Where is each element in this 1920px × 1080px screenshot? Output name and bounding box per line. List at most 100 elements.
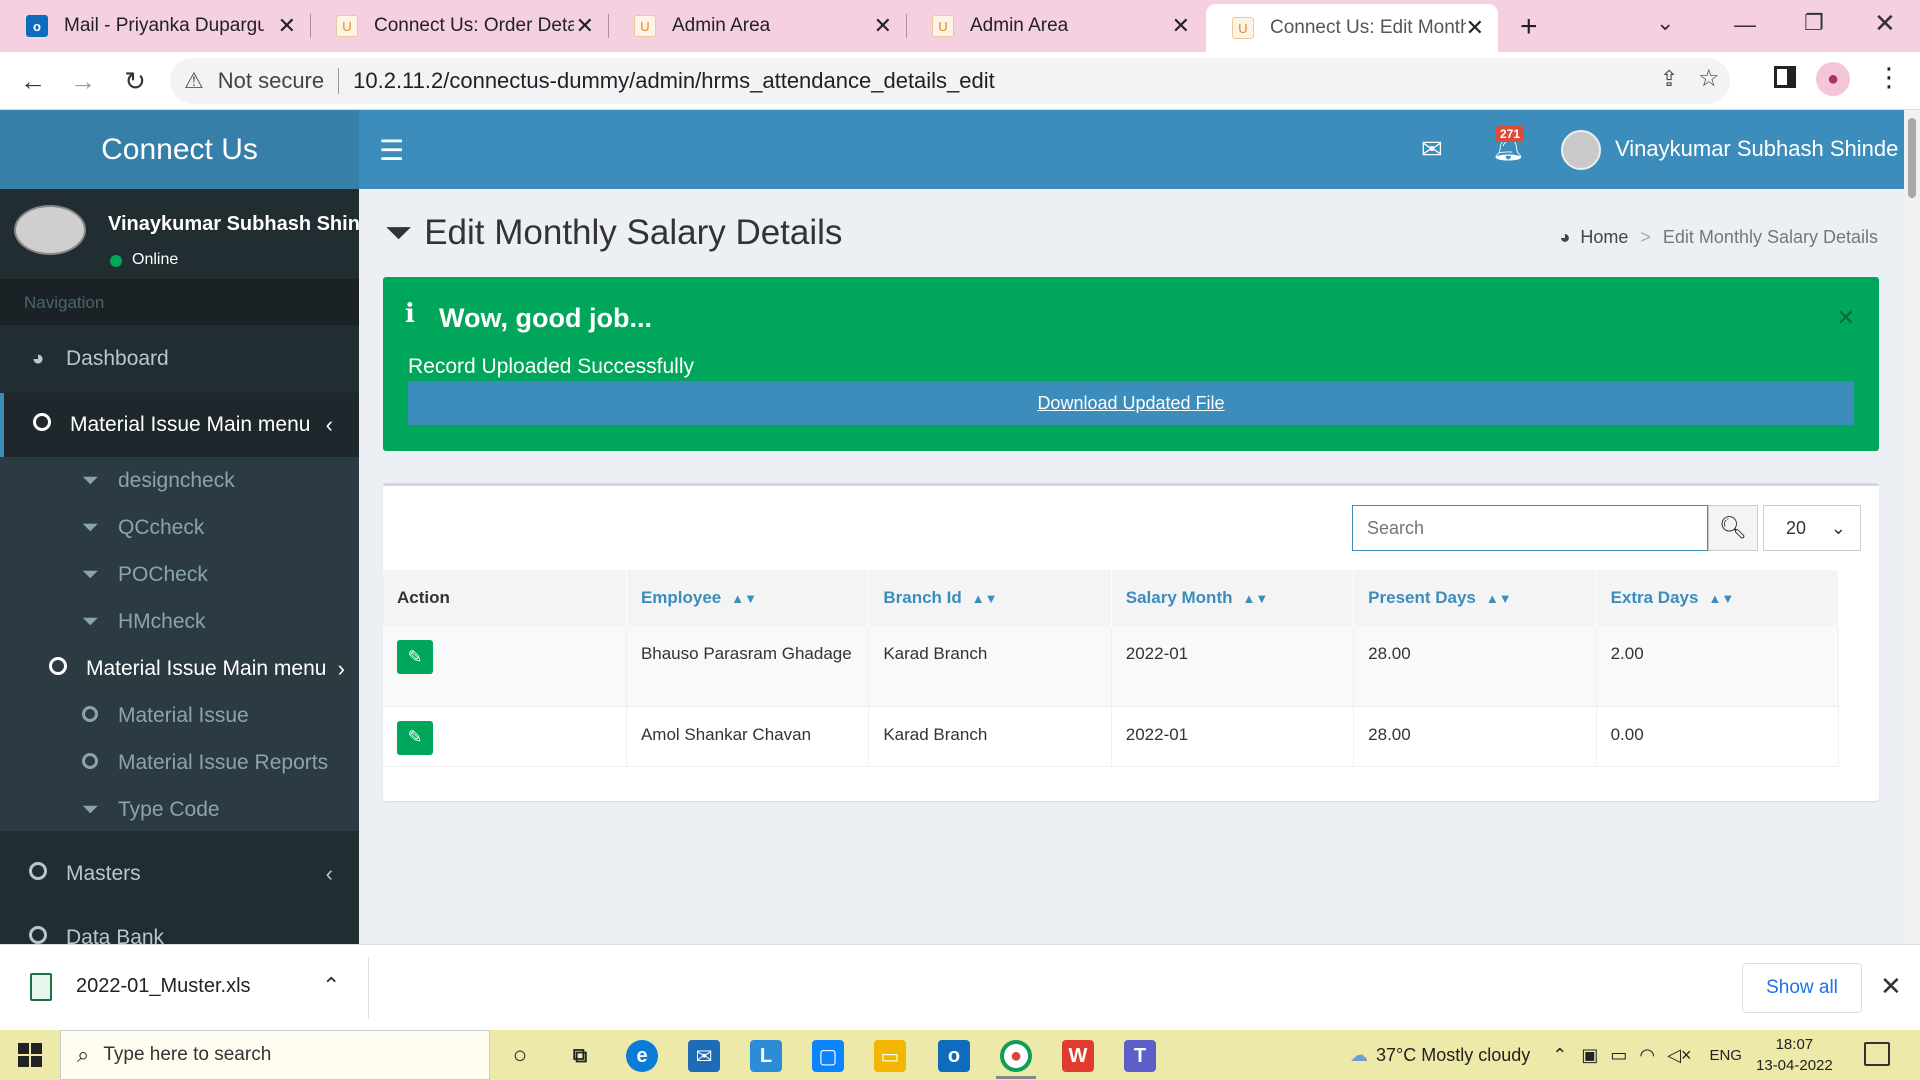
show-all-button[interactable]: Show all	[1742, 963, 1862, 1013]
sidebar-item-designcheck[interactable]: ⏷ designcheck	[0, 457, 359, 504]
bookmark-star-icon[interactable]: ☆	[1698, 64, 1720, 93]
column-header-action: Action	[383, 570, 627, 626]
avatar[interactable]	[1561, 130, 1601, 170]
downloaded-file-name[interactable]: 2022-01_Muster.xls	[76, 975, 251, 998]
chevron-up-icon[interactable]: ⌃	[1552, 1045, 1567, 1066]
system-clock[interactable]: 18:07 13-04-2022	[1756, 1034, 1833, 1076]
outlook-icon: o	[26, 15, 48, 37]
column-header-branch-id[interactable]: Branch Id ▲▼	[868, 570, 1112, 626]
browser-tab-edit-monthly[interactable]: U Connect Us: Edit Month ✕	[1206, 4, 1498, 52]
outlook-icon[interactable]: o	[938, 1040, 970, 1072]
taskbar-search-box[interactable]: ⌕ Type here to search	[60, 1030, 490, 1080]
sidebar-item-data-bank[interactable]: Data Bank	[0, 909, 359, 944]
browser-tab-mail[interactable]: o Mail - Priyanka Dupargu ✕	[0, 0, 310, 52]
page-scrollbar[interactable]	[1904, 110, 1920, 944]
omnibox[interactable]: ⚠ Not secure 10.2.11.2/connectus-dummy/a…	[170, 58, 1730, 104]
task-view-icon[interactable]: ⧉	[564, 1040, 596, 1072]
main-content: ⏷ Edit Monthly Salary Details ◕ Home > E…	[359, 189, 1904, 944]
sidebar-item-material-issue[interactable]: Material Issue	[0, 692, 359, 739]
language-indicator[interactable]: ENG	[1709, 1047, 1742, 1064]
sidebar-item-label: HMcheck	[118, 609, 206, 633]
sidebar-item-type-code[interactable]: ⏷ Type Code	[0, 786, 359, 833]
security-label[interactable]: Not secure	[218, 68, 324, 94]
warning-icon[interactable]: ⚠	[184, 68, 204, 94]
weather-text[interactable]: 37°C Mostly cloudy	[1376, 1045, 1530, 1066]
sidebar-item-material-issue-reports[interactable]: Material Issue Reports	[0, 739, 359, 786]
mail-icon[interactable]: ✉	[1421, 134, 1443, 165]
browser-tab-admin-area-2[interactable]: U Admin Area ✕	[906, 0, 1204, 52]
profile-icon[interactable]: ●	[1816, 62, 1850, 96]
file-explorer-icon[interactable]: ▭	[874, 1040, 906, 1072]
top-navbar: ☰ ✉ 🔔︎ 271 Vinaykumar Subhash Shinde	[359, 110, 1904, 189]
breadcrumb-home[interactable]: Home	[1580, 227, 1628, 248]
sidebar-item-dashboard[interactable]: ◕ Dashboard	[0, 325, 359, 393]
avatar	[14, 205, 86, 255]
sidebar-item-material-issue-submenu[interactable]: Material Issue Main menu ›	[0, 645, 359, 692]
search-button[interactable]: 🔍︎	[1708, 505, 1758, 551]
app-logo[interactable]: Connect Us	[0, 110, 359, 189]
sidebar-item-material-issue-main[interactable]: Material Issue Main menu ‹	[0, 393, 359, 457]
wps-office-icon[interactable]: W	[1062, 1040, 1094, 1072]
hamburger-menu-icon[interactable]: ☰	[379, 134, 404, 167]
back-button[interactable]: ←	[14, 62, 52, 100]
column-header-employee[interactable]: Employee ▲▼	[626, 570, 870, 626]
forward-button[interactable]: →	[64, 62, 102, 100]
sidebar-item-hmcheck[interactable]: ⏷ HMcheck	[0, 598, 359, 645]
windows-start-icon[interactable]	[18, 1043, 42, 1067]
column-header-salary-month[interactable]: Salary Month ▲▼	[1111, 570, 1355, 626]
close-icon[interactable]: ✕	[1880, 971, 1902, 1002]
l-app-icon[interactable]: L	[750, 1040, 782, 1072]
restore-button[interactable]: ❐	[1804, 10, 1824, 36]
chevron-up-icon[interactable]: ⌃	[322, 973, 340, 999]
alert-heading: Wow, good job...	[439, 303, 652, 333]
cortana-icon[interactable]: ○	[504, 1040, 536, 1072]
volume-icon[interactable]: ◁×	[1667, 1045, 1691, 1066]
close-icon[interactable]: ✕	[576, 13, 594, 39]
menu-kebab-icon[interactable]: ⋮	[1876, 62, 1902, 93]
column-header-label: Extra Days	[1610, 588, 1699, 607]
page-size-select[interactable]: 20 ⌄	[1763, 505, 1861, 551]
window-close-button[interactable]: ✕	[1874, 8, 1896, 39]
mail-app-icon[interactable]: ✉	[688, 1040, 720, 1072]
filter-icon: ⏷	[81, 609, 99, 633]
tab-search-chevron-icon[interactable]: ⌄	[1656, 10, 1674, 36]
teams-icon[interactable]: T	[1124, 1040, 1156, 1072]
url-text[interactable]: 10.2.11.2/connectus-dummy/admin/hrms_att…	[353, 68, 995, 94]
browser-tab-admin-area-1[interactable]: U Admin Area ✕	[608, 0, 906, 52]
alert-close-icon[interactable]: ✕	[1837, 305, 1855, 331]
sort-icon: ▲▼	[1485, 591, 1512, 606]
notification-center-icon[interactable]	[1864, 1042, 1890, 1066]
column-header-present-days[interactable]: Present Days ▲▼	[1353, 570, 1597, 626]
header-user-name[interactable]: Vinaykumar Subhash Shinde	[1615, 136, 1898, 162]
close-icon[interactable]: ✕	[278, 13, 296, 39]
column-header-extra-days[interactable]: Extra Days ▲▼	[1596, 570, 1840, 626]
reload-button[interactable]: ↻	[116, 62, 154, 100]
new-tab-button[interactable]: +	[1520, 10, 1538, 44]
tab-title: Connect Us: Edit Month	[1270, 17, 1466, 38]
browser-tab-order-details[interactable]: U Connect Us: Order Deta ✕	[310, 0, 608, 52]
share-icon[interactable]: ⇪	[1660, 66, 1678, 92]
alert-message: Record Uploaded Successfully	[408, 355, 694, 378]
edit-button[interactable]: ✎	[397, 720, 433, 755]
search-input[interactable]	[1352, 505, 1708, 551]
download-updated-file-link[interactable]: Download Updated File	[408, 381, 1854, 425]
sidebar-item-qccheck[interactable]: ⏷ QCcheck	[0, 504, 359, 551]
device-icon[interactable]: ▣	[1581, 1045, 1598, 1066]
side-panel-icon[interactable]	[1774, 66, 1796, 88]
app-square-icon[interactable]: ▢	[812, 1040, 844, 1072]
edit-button[interactable]: ✎	[397, 640, 433, 674]
battery-icon[interactable]: ▭	[1610, 1045, 1627, 1066]
close-icon[interactable]: ✕	[1466, 15, 1484, 41]
clock-date: 13-04-2022	[1756, 1057, 1833, 1074]
close-icon[interactable]: ✕	[874, 13, 892, 39]
sidebar-item-pocheck[interactable]: ⏷ POCheck	[0, 551, 359, 598]
chrome-icon[interactable]: ●	[1000, 1040, 1032, 1072]
minimize-button[interactable]: —	[1734, 12, 1756, 38]
sidebar-item-masters[interactable]: Masters ‹	[0, 845, 359, 903]
scrollbar-thumb[interactable]	[1908, 118, 1916, 198]
wifi-icon[interactable]: ◠	[1639, 1045, 1655, 1066]
page-title-text: Edit Monthly Salary Details	[424, 213, 843, 252]
edge-icon[interactable]: e	[626, 1040, 658, 1072]
sidebar-user-name: Vinaykumar Subhash Shinde	[108, 213, 359, 235]
close-icon[interactable]: ✕	[1172, 13, 1190, 39]
